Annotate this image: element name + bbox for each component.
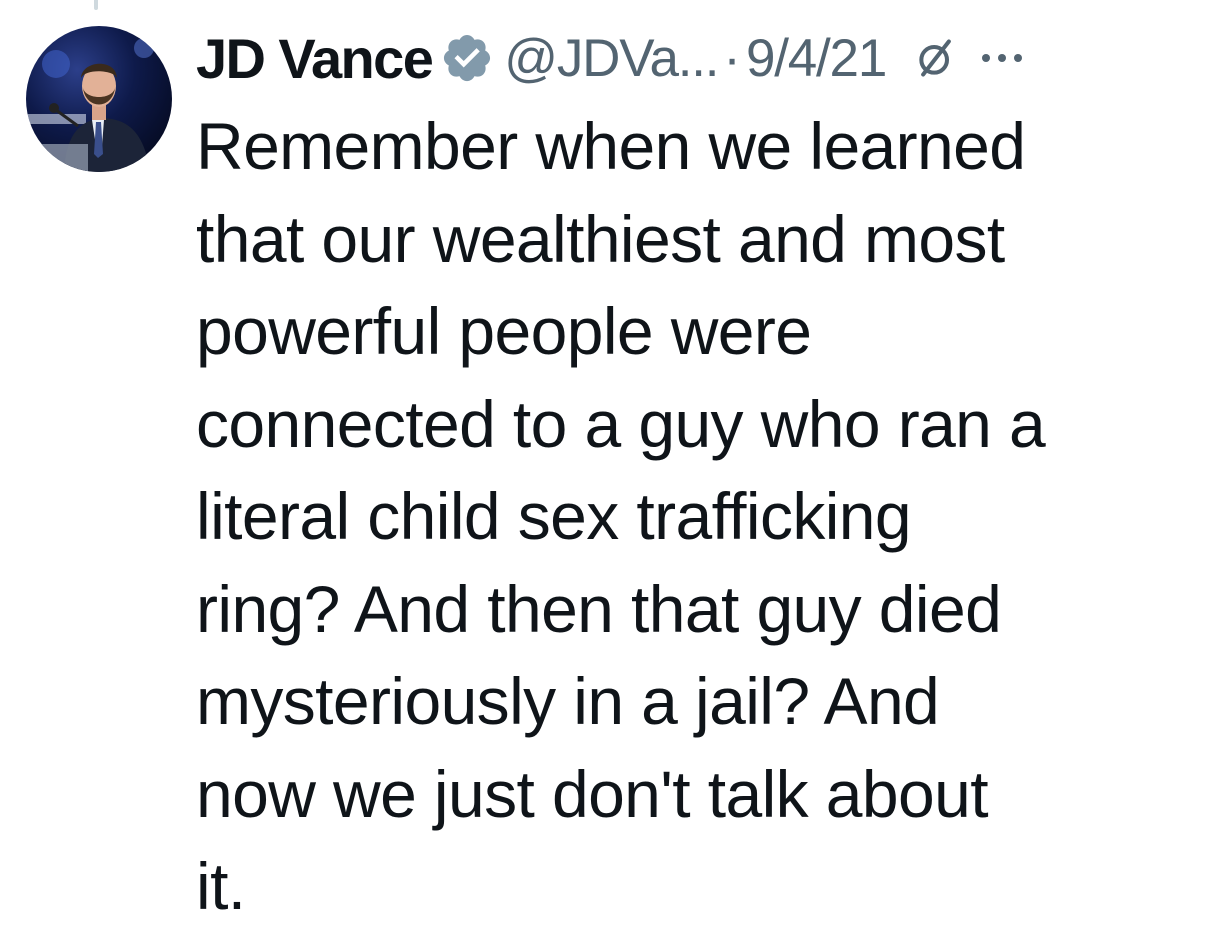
tweet-date[interactable]: 9/4/21 bbox=[746, 28, 887, 89]
verified-badge-icon[interactable] bbox=[440, 31, 494, 85]
more-options-icon[interactable] bbox=[980, 48, 1024, 68]
author-handle[interactable]: @JDVa... bbox=[504, 28, 719, 89]
tweet-text-line: now we just don't talk about bbox=[196, 756, 989, 831]
tweet-text-line: ring? And then that guy died bbox=[196, 571, 1002, 646]
edit-history-icon[interactable] bbox=[914, 36, 958, 80]
author-display-name[interactable]: JD Vance bbox=[196, 26, 434, 91]
tweet-text-line: that our wealthiest and most bbox=[196, 201, 1005, 276]
tweet-header: JD Vance @JDVa... · 9/4/21 bbox=[196, 22, 1024, 94]
tweet-text-line: powerful people were bbox=[196, 294, 812, 368]
tweet-text: Remember when we learned that our wealth… bbox=[196, 100, 1201, 933]
tweet-text-line: it. bbox=[196, 849, 246, 923]
avatar[interactable] bbox=[26, 26, 172, 172]
tweet-text-line: Remember when we learned bbox=[196, 109, 1026, 183]
avatar-image bbox=[26, 26, 172, 172]
tweet-text-line: connected to a guy who ran a bbox=[196, 386, 1046, 461]
thread-connector-line bbox=[94, 0, 98, 10]
tweet-text-line: mysteriously in a jail? And bbox=[196, 664, 940, 738]
tweet-text-line: literal child sex trafficking bbox=[196, 479, 912, 553]
meta-separator: · bbox=[723, 28, 741, 88]
